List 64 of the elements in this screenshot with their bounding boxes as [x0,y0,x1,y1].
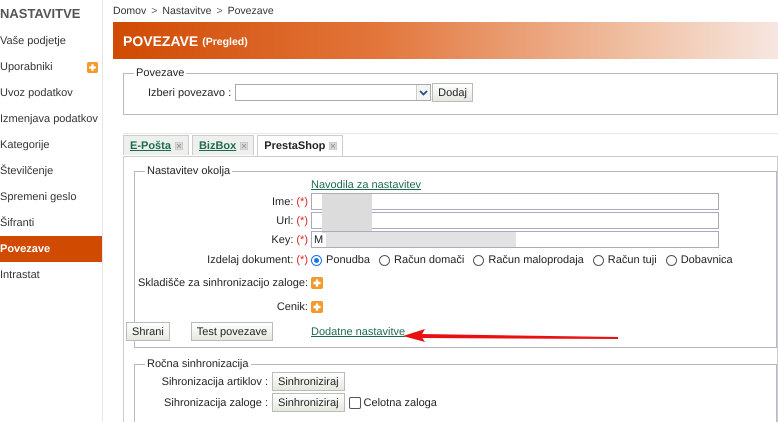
sidebar-item[interactable]: Intrastat [0,262,102,288]
field-label: Key: [271,234,294,246]
radio-button[interactable] [592,254,604,266]
add-button[interactable]: Dodaj [432,83,473,102]
field-label: Sihronizacija artiklov : [160,376,268,388]
breadcrumb-link[interactable]: Nastavitve [162,5,212,17]
add-icon[interactable] [311,301,323,313]
help-link[interactable]: Navodila za nastavitev [311,179,719,191]
radio-option[interactable]: Ponudba [311,254,370,266]
field-label: Ime: [272,196,294,208]
radio-option[interactable]: Dobavnica [666,254,733,266]
sidebar-item[interactable]: Uvoz podatkov [0,80,102,106]
sidebar-item[interactable]: Številčenje [0,158,102,184]
radio-option[interactable]: Račun tuji [592,254,657,266]
radio-option[interactable]: Račun domači [379,254,464,266]
checkbox[interactable] [348,396,361,408]
sync-button[interactable]: Sinhroniziraj [272,372,345,391]
radio-button[interactable] [666,254,677,266]
required-mark: (*) [296,214,308,226]
settings-link[interactable]: Dodatne nastavitve [311,326,406,338]
sidebar-title: NASTAVITVE [0,5,82,23]
sidebar-item[interactable]: Spremeni geslo [0,184,102,210]
close-icon[interactable] [174,142,183,150]
close-icon[interactable] [329,142,338,150]
sidebar-item[interactable]: Vaše podjetje [0,28,102,54]
field-label: Skladišče za sinhronizacijo zaloge: [138,276,308,291]
breadcrumb-link[interactable]: Domov [113,5,146,17]
sync-button[interactable]: Sinhroniziraj [272,393,345,412]
radio-button[interactable] [379,254,390,266]
checkbox-option[interactable]: Celotna zaloga [348,396,437,408]
action-button[interactable]: Shrani [126,322,170,341]
breadcrumb-separator: > [151,5,158,17]
tab[interactable]: E-Pošta [123,135,189,155]
sidebar-item[interactable]: Izmenjava podatkov [0,106,102,132]
sidebar-item[interactable]: Šifranti [0,210,102,236]
sidebar-item[interactable]: Kategorije [0,132,102,158]
tab[interactable]: BizBox [192,135,254,155]
radio-button[interactable] [473,254,484,266]
radio-option[interactable]: Račun maloprodaja [473,254,584,266]
text-field[interactable]: M [311,231,719,248]
breadcrumb-separator: > [216,5,223,17]
add-icon[interactable] [87,62,98,72]
sidebar-item[interactable]: Povezave [0,236,102,262]
required-mark: (*) [296,234,308,246]
close-icon[interactable] [240,142,248,150]
field-label: Sihronizacija zaloge : [163,396,268,408]
field-label: Cenik: [276,300,308,315]
sidebar-item[interactable]: Uporabniki [0,54,102,80]
field-label: Izberi povezavo : [148,86,232,98]
field-label: Url: [276,214,294,226]
required-mark: (*) [296,254,308,266]
action-button[interactable]: Test povezave [190,322,274,341]
fieldset-legend: Povezave [134,67,186,79]
radio-button[interactable] [311,254,322,266]
fieldset-legend: Nastavitev okolja [145,165,232,177]
field-label: Izdelaj dokument: [207,254,294,266]
fieldset-legend: Ročna sinhronizacija [145,358,250,370]
required-mark: (*) [296,196,308,208]
dropdown-icon[interactable] [416,85,430,100]
page-subtitle: (Pregled) [202,36,248,48]
add-icon[interactable] [311,277,323,289]
page-title: POVEZAVE [123,32,198,48]
tab[interactable]: PrestaShop [257,135,344,156]
breadcrumb-link[interactable]: Povezave [228,5,274,17]
